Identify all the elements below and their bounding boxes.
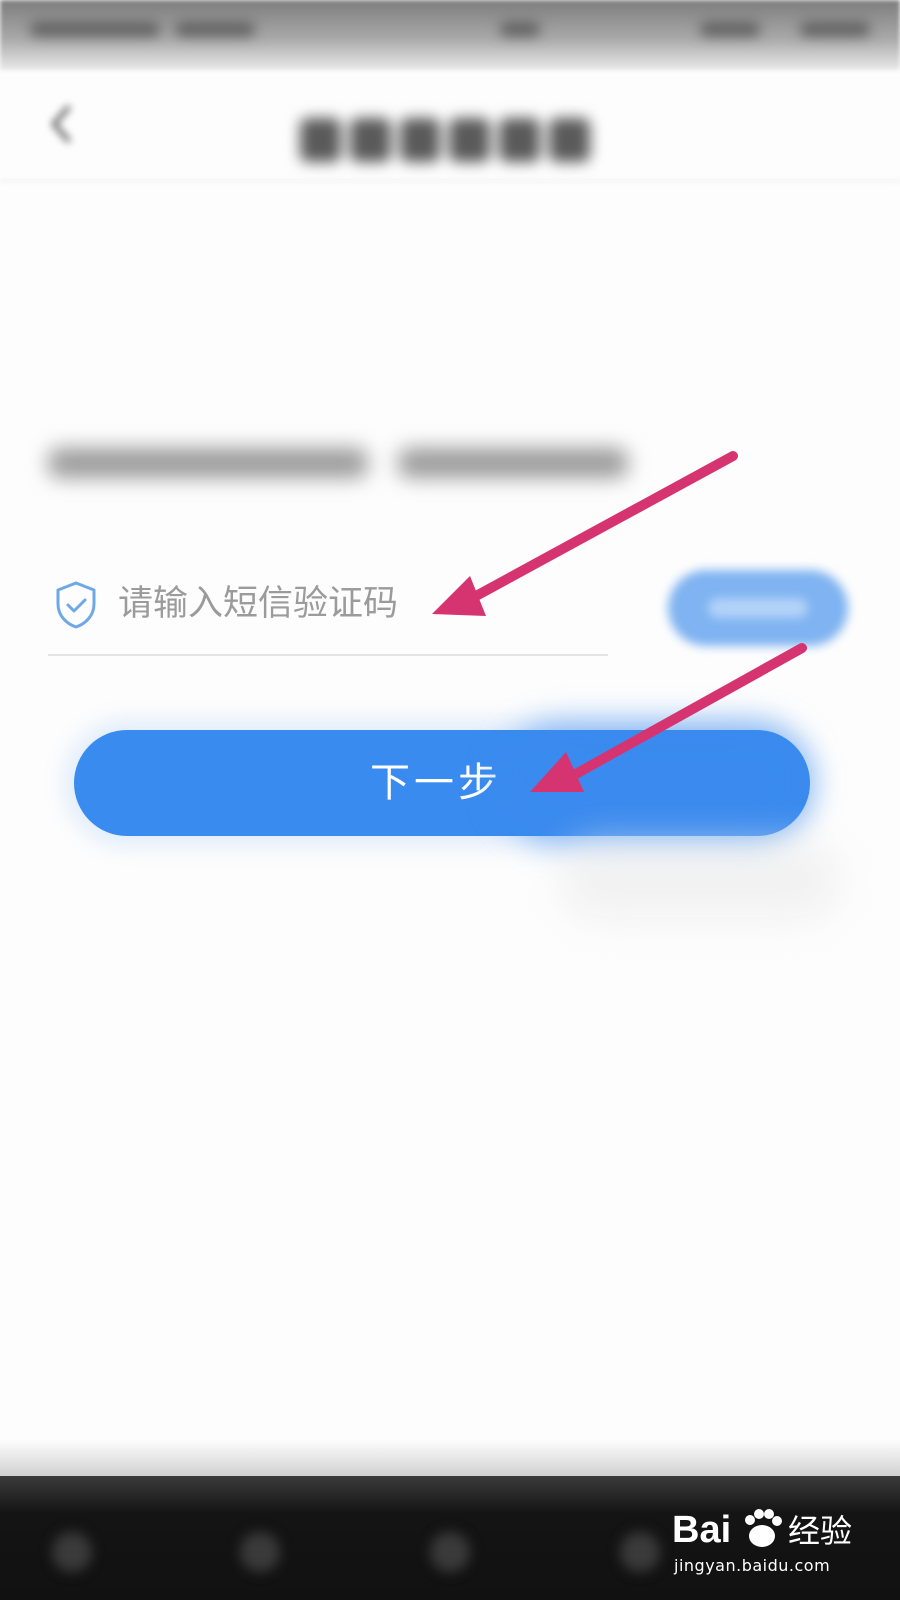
back-arrow-icon[interactable] [44, 104, 80, 144]
baidu-jingyan-watermark: Bai 经验 jingyan.baidu.com [670, 1502, 880, 1590]
input-underline [48, 654, 608, 656]
get-code-button[interactable] [668, 570, 848, 646]
next-button[interactable]: 下一步 [74, 730, 810, 836]
page-title [300, 118, 590, 162]
status-bar [0, 0, 900, 70]
svg-text:经验: 经验 [788, 1512, 852, 1550]
shield-check-icon [56, 581, 96, 629]
phone-number-hint [48, 440, 648, 490]
baidu-logo-icon: Bai 经验 [672, 1509, 852, 1551]
get-code-label [708, 598, 808, 618]
header [0, 70, 900, 180]
screen: 下一步 Bai 经验 jingyan. [0, 0, 900, 1600]
glow-overlay [560, 840, 840, 920]
svg-text:Bai: Bai [672, 1509, 731, 1551]
nav-back-icon[interactable] [620, 1532, 660, 1572]
nav-menu-icon[interactable] [52, 1532, 92, 1572]
sms-code-input[interactable] [118, 572, 618, 636]
sms-code-row [48, 568, 858, 664]
next-button-label: 下一步 [370, 760, 502, 806]
nav-home-icon[interactable] [240, 1532, 280, 1572]
header-divider [0, 180, 900, 182]
watermark-url: jingyan.baidu.com [674, 1556, 831, 1575]
nav-circle-icon[interactable] [430, 1532, 470, 1572]
